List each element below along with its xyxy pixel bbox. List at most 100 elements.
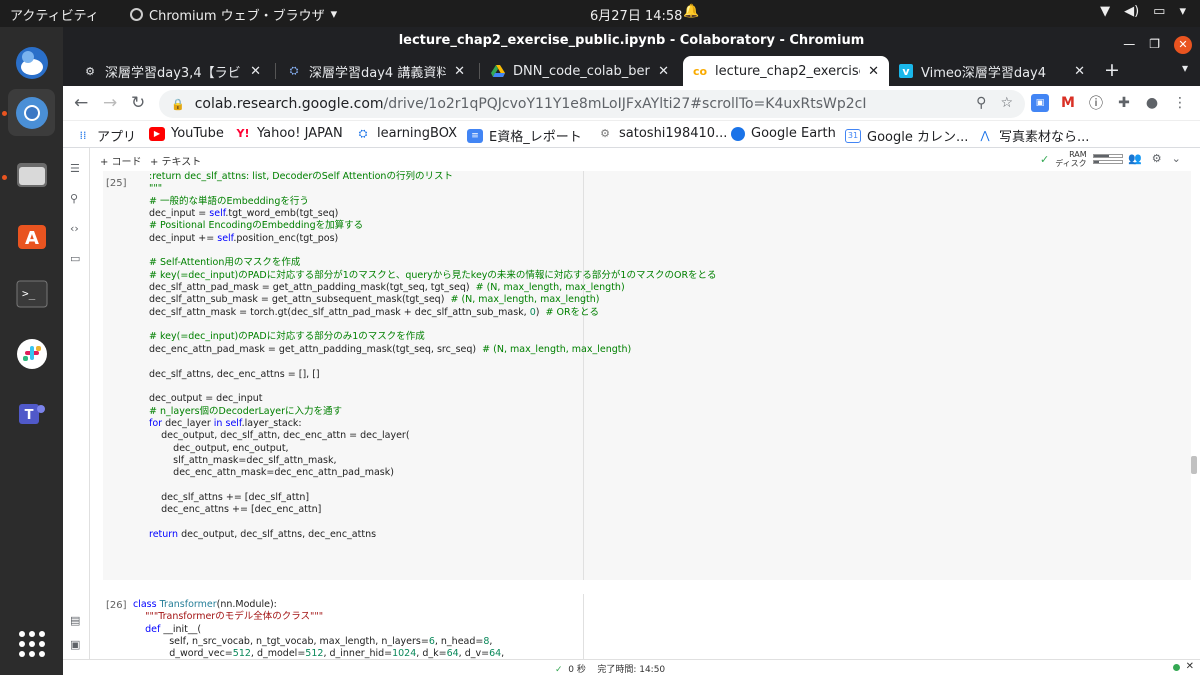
close-icon[interactable]: ✕ bbox=[658, 64, 669, 79]
add-text-button[interactable]: + テキスト bbox=[150, 153, 201, 168]
close-icon[interactable]: ✕ bbox=[868, 64, 879, 79]
command-palette-icon[interactable]: ▤ bbox=[70, 614, 80, 627]
search-icon[interactable]: ⚲ bbox=[70, 192, 78, 205]
code-line: dec_enc_attn_pad_mask = get_attn_padding… bbox=[149, 344, 717, 356]
extensions-puzzle-icon[interactable]: ✚ bbox=[1115, 94, 1133, 112]
files-folder-icon[interactable]: ▭ bbox=[70, 252, 80, 265]
dock-chromium[interactable] bbox=[8, 89, 55, 136]
new-tab-icon[interactable]: + bbox=[1104, 59, 1120, 81]
tab-label: lecture_chap2_exercise_ bbox=[715, 63, 861, 79]
tab-lecture-chap2[interactable]: co lecture_chap2_exercise_ ✕ bbox=[683, 56, 889, 86]
tab-day34[interactable]: ⚙ 深層学習day3,4【ラビッ ✕ bbox=[73, 56, 271, 86]
dock-software[interactable]: A bbox=[8, 210, 55, 257]
code-token: self bbox=[225, 417, 242, 429]
bookmark-google-earth[interactable]: Google Earth bbox=[731, 126, 836, 141]
dock-slack[interactable] bbox=[8, 330, 55, 377]
code-editor[interactable]: :return dec_slf_attns: list, DecoderのSel… bbox=[149, 171, 717, 541]
share-people-icon[interactable]: 👥 bbox=[1128, 152, 1142, 165]
window-titlebar[interactable]: lecture_chap2_exercise_public.ipynb - Co… bbox=[63, 27, 1200, 54]
bookmark-apps[interactable]: ⁞⁞ アプリ bbox=[75, 126, 137, 145]
calendar-icon: 31 bbox=[845, 128, 861, 143]
activities-button[interactable]: アクティビティ bbox=[10, 5, 99, 24]
gmail-icon[interactable]: M bbox=[1059, 94, 1077, 112]
tab-day4-slides[interactable]: ⛭ 深層学習day4 講義資料 ✕ bbox=[277, 56, 475, 86]
code-token: 64 bbox=[489, 648, 502, 660]
extension-icon[interactable]: ▣ bbox=[1031, 94, 1049, 112]
zoom-icon[interactable]: ⚲ bbox=[976, 95, 986, 111]
code-token: # n_layers個のDecoderLayerに入力を通す bbox=[149, 405, 342, 417]
dock-show-apps[interactable] bbox=[8, 620, 55, 667]
code-line: """ bbox=[149, 183, 717, 195]
collapse-chevron-icon[interactable]: ⌄ bbox=[1172, 152, 1181, 165]
reload-icon[interactable]: ↻ bbox=[131, 93, 145, 113]
close-icon[interactable]: ✕ bbox=[1174, 35, 1192, 54]
forward-icon[interactable]: → bbox=[103, 93, 117, 113]
tab-divider bbox=[479, 63, 480, 79]
bookmark-satoshi[interactable]: ⚙ satoshi198410... bbox=[597, 126, 727, 141]
dock-teams[interactable]: T bbox=[8, 390, 55, 437]
toc-icon[interactable]: ☰ bbox=[70, 162, 80, 175]
add-code-button[interactable]: + コード bbox=[100, 153, 142, 168]
code-cell[interactable]: [25] :return dec_slf_attns: list, Decode… bbox=[103, 171, 1191, 580]
bookmark-e-report[interactable]: ≡ E資格_レポート bbox=[467, 126, 582, 145]
bookmark-star-icon[interactable]: ☆ bbox=[1000, 95, 1013, 111]
bookmark-label: Google Earth bbox=[751, 126, 836, 141]
system-tray[interactable]: ▼ ◀) ▭ ▾ bbox=[1100, 4, 1186, 19]
resource-indicator[interactable]: ✓ RAM ディスク ▾ bbox=[1040, 150, 1133, 168]
code-snippets-icon[interactable]: ‹› bbox=[70, 222, 79, 235]
app-menu[interactable]: Chromium ウェブ・ブラウザ ▾ bbox=[130, 5, 337, 24]
code-line: return dec_output, dec_slf_attns, dec_en… bbox=[149, 529, 717, 541]
code-line: # key(=dec_input)のPADに対応する部分が1のマスクと、quer… bbox=[149, 270, 717, 282]
info-extension-icon[interactable]: ⓘ bbox=[1087, 94, 1105, 112]
tab-dnn-code[interactable]: DNN_code_colab_bert1b ✕ bbox=[481, 56, 679, 86]
code-line: # n_layers個のDecoderLayerに入力を通す bbox=[149, 406, 717, 418]
code-line: dec_output, enc_output, bbox=[149, 443, 717, 455]
settings-gear-icon[interactable]: ⚙ bbox=[1152, 152, 1162, 165]
code-token: self bbox=[217, 232, 234, 244]
bookmark-google-calendar[interactable]: 31 Google カレン... bbox=[845, 126, 968, 145]
code-line: slf_attn_mask=dec_slf_attn_mask, bbox=[149, 455, 717, 467]
dock-terminal[interactable]: >_ bbox=[8, 270, 55, 317]
terminal-icon[interactable]: ▣ bbox=[70, 638, 80, 651]
code-token: # (N, max_length, max_length) bbox=[450, 294, 600, 306]
code-line: :return dec_slf_attns: list, DecoderのSel… bbox=[149, 171, 717, 183]
dock-thunderbird[interactable] bbox=[8, 39, 55, 86]
code-token: 64 bbox=[446, 648, 459, 660]
profile-avatar-icon[interactable]: ● bbox=[1143, 94, 1161, 112]
tab-vimeo[interactable]: v Vimeo深層学習day4 ✕ bbox=[889, 56, 1095, 86]
ram-label: RAM bbox=[1069, 150, 1087, 159]
code-line: dec_slf_attn_sub_mask = get_attn_subsequ… bbox=[149, 294, 717, 306]
scrollbar-thumb[interactable] bbox=[1191, 456, 1197, 474]
bookmark-youtube[interactable]: ▶ YouTube bbox=[149, 126, 224, 141]
bookmark-label: アプリ bbox=[97, 130, 137, 145]
kebab-menu-icon[interactable]: ⋮ bbox=[1171, 94, 1189, 112]
bookmark-photo-stock[interactable]: ⋀ 写真素材なら... bbox=[977, 126, 1089, 145]
execution-duration: 0 秒 bbox=[568, 665, 586, 675]
code-token: for bbox=[149, 417, 163, 429]
close-icon[interactable]: ✕ bbox=[1074, 64, 1085, 79]
chromium-icon bbox=[130, 8, 143, 21]
bookmark-learningbox[interactable]: ⛭ learningBOX bbox=[355, 126, 457, 141]
gear-favicon-icon: ⚙ bbox=[85, 64, 95, 78]
close-icon[interactable]: ✕ bbox=[250, 64, 261, 79]
dock-files[interactable] bbox=[8, 150, 55, 197]
code-token: dec_enc_attn_pad_mask = get_attn_padding… bbox=[149, 343, 483, 355]
code-token: , d_k= bbox=[416, 648, 447, 660]
back-icon[interactable]: ← bbox=[74, 93, 88, 113]
code-line: dec_slf_attns, dec_enc_attns = [], [] bbox=[149, 369, 717, 381]
bookmark-yahoo[interactable]: Y! Yahoo! JAPAN bbox=[235, 126, 343, 141]
tab-search-icon[interactable]: ▾ bbox=[1182, 61, 1188, 75]
code-token: , n_head= bbox=[434, 636, 484, 648]
clock[interactable]: 6月27日 14:58 bbox=[590, 5, 682, 24]
code-token: slf_attn_mask=dec_slf_attn_mask, bbox=[149, 454, 337, 466]
close-icon[interactable]: ✕ bbox=[1186, 661, 1194, 672]
code-token: # 一般的な単語のEmbeddingを行う bbox=[149, 195, 309, 207]
close-icon[interactable]: ✕ bbox=[454, 64, 465, 79]
code-line: dec_enc_attn_mask=dec_enc_attn_pad_mask) bbox=[149, 467, 717, 479]
address-bar[interactable]: 🔒 colab.research.google.com/drive/1o2r1q… bbox=[159, 90, 1025, 118]
thunderbird-icon bbox=[15, 46, 48, 79]
bookmark-label: YouTube bbox=[171, 126, 224, 141]
code-line: # 一般的な単語のEmbeddingを行う bbox=[149, 196, 717, 208]
